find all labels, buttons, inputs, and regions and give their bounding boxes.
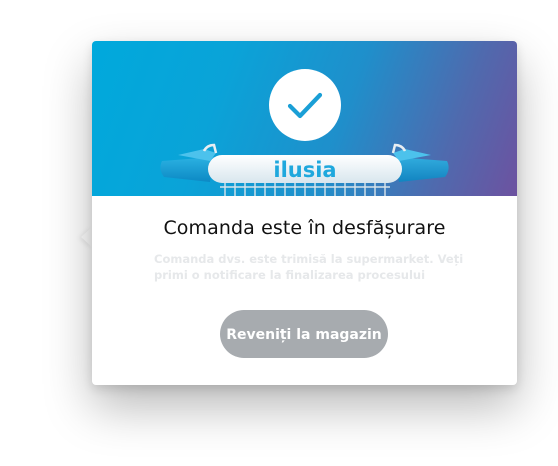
cart-brand-text: ilusia xyxy=(273,158,336,182)
dialog-banner: ilusia xyxy=(92,41,517,196)
order-status-dialog: ilusia Comanda este în desfășurare Coman… xyxy=(92,41,517,385)
check-icon xyxy=(287,92,323,119)
success-check-badge xyxy=(269,69,341,141)
popover-pointer xyxy=(81,227,92,247)
return-to-store-button[interactable]: Reveniți la magazin xyxy=(220,310,388,358)
dialog-title: Comanda este în desfășurare xyxy=(163,217,446,239)
dialog-description: Comanda dvs. este trimisă la supermarket… xyxy=(154,252,464,282)
